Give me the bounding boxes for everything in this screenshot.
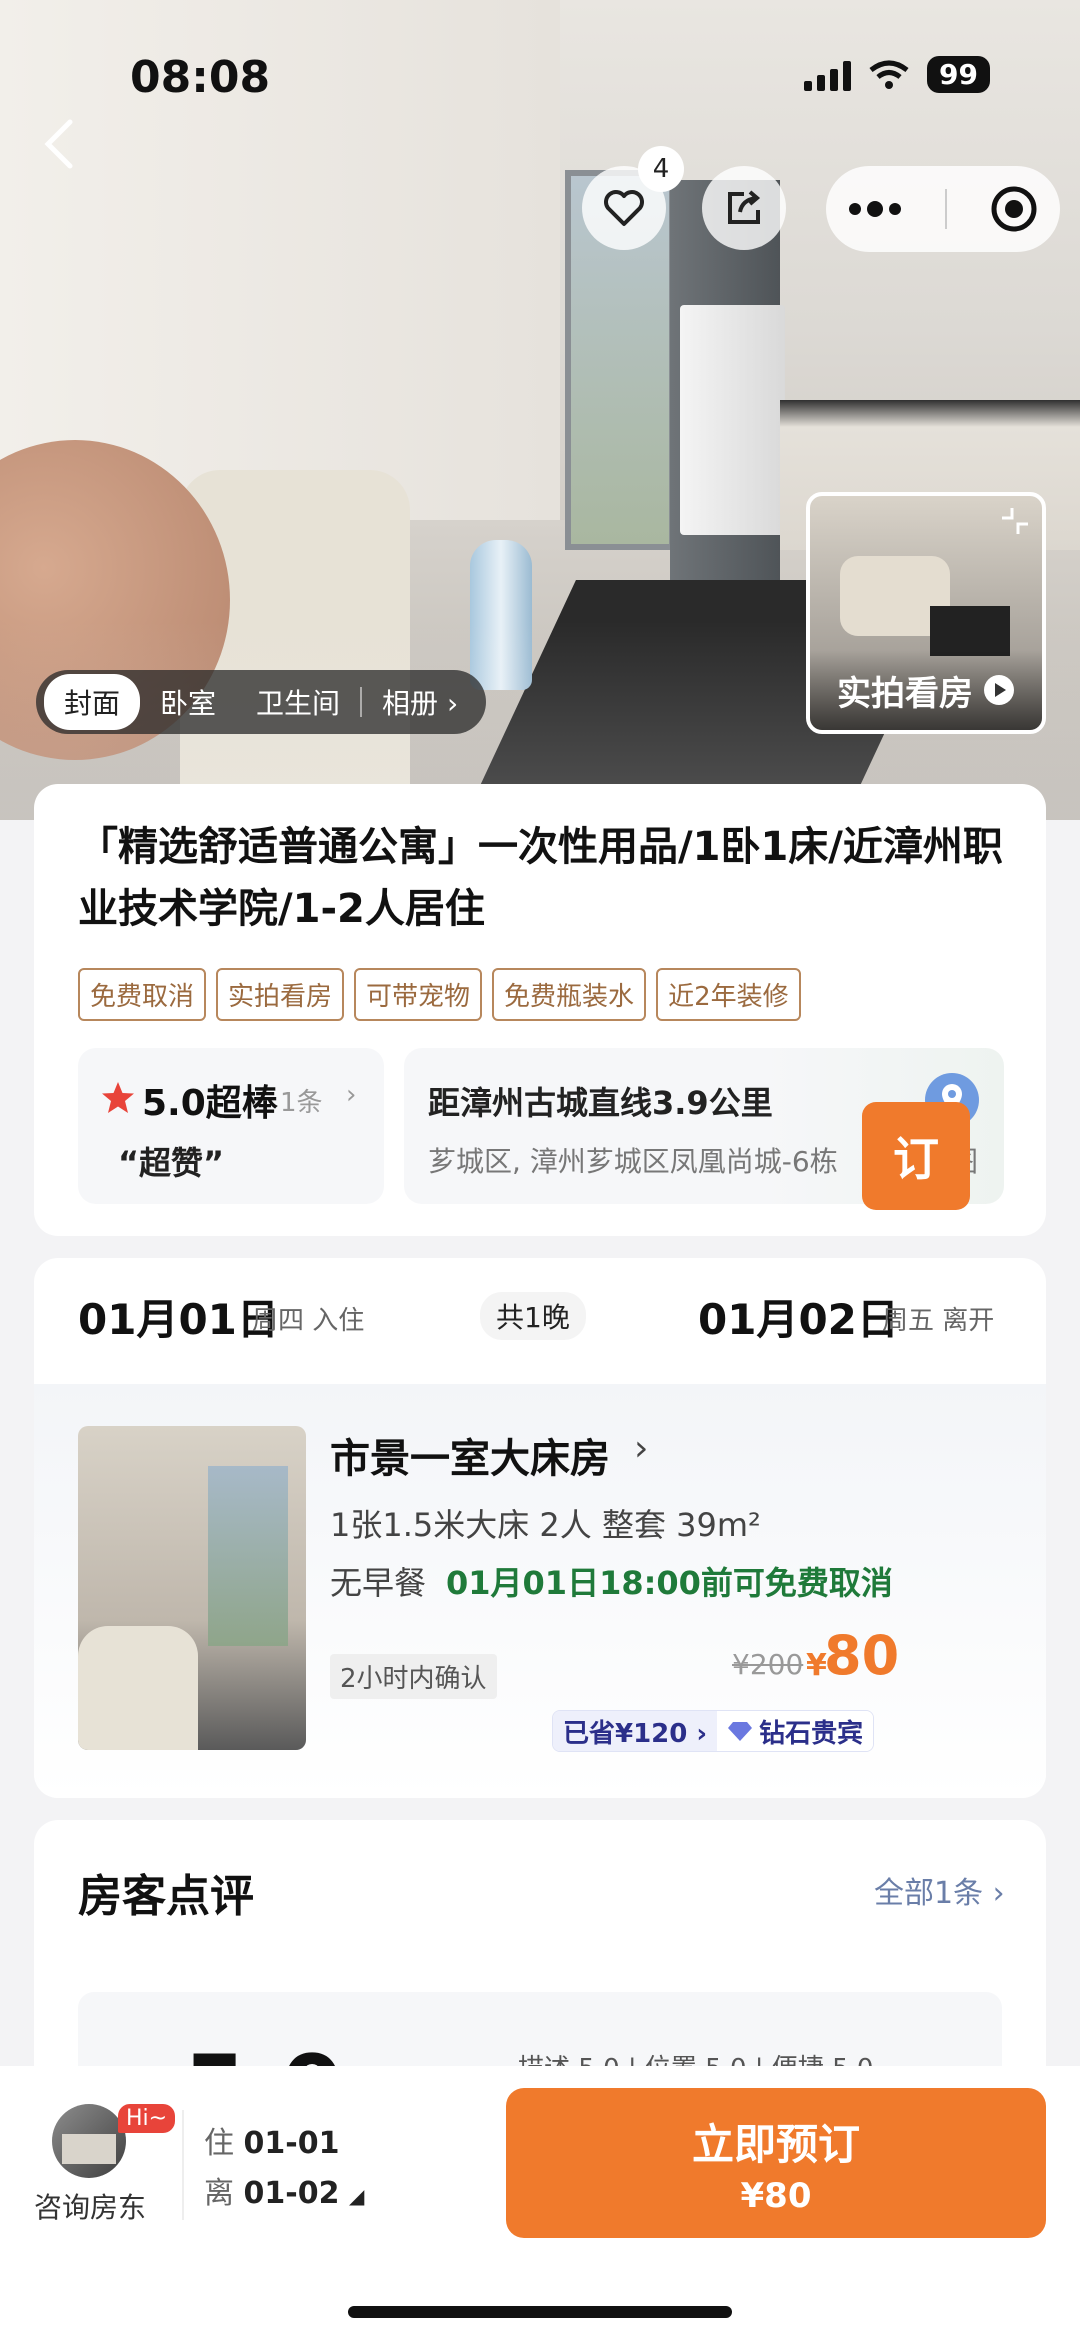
bottom-checkout: 01-02: [243, 2176, 340, 2211]
discount-badge[interactable]: 已省¥120 › 钻石贵宾: [552, 1710, 875, 1752]
diamond-icon: [728, 1722, 753, 1741]
rating-score: 5.0超棒: [142, 1083, 278, 1124]
heart-icon: [604, 190, 644, 226]
reviews-all-link[interactable]: 全部1条 ›: [874, 1868, 1005, 1912]
room-photo-sofa: [78, 1626, 198, 1750]
home-indicator[interactable]: [348, 2306, 732, 2318]
thumb-table: [930, 606, 1010, 656]
member-text: 钻石贵宾: [759, 1718, 864, 1749]
room-card: 01月01日 周四 入住 共1晚 01月02日 周五 离开 市景一室大床房 › …: [34, 1258, 1046, 1798]
checkin-prefix: 住: [204, 2126, 234, 2161]
avatar-room: [62, 2134, 116, 2164]
tab-cover[interactable]: 封面: [44, 674, 141, 730]
nights-badge: 共1晚: [480, 1292, 586, 1340]
tag-item: 可带宠物: [354, 968, 483, 1021]
saved-text: 已省¥120: [563, 1718, 688, 1749]
distance-text: 距漳州古城直线3.9公里: [428, 1084, 773, 1122]
room-price: 80: [824, 1624, 900, 1687]
play-icon: [984, 675, 1014, 705]
address-text: 芗城区, 漳州芗城区凤凰尚城-6栋: [428, 1145, 838, 1178]
listing-title: 「精选舒适普通公寓」一次性用品/1卧1床/近漳州职业技术学院/1-2人居住: [78, 824, 1003, 932]
room-book-button[interactable]: 订: [862, 1102, 970, 1210]
tab-bathroom[interactable]: 卫生间: [236, 674, 360, 730]
star-icon: [102, 1082, 134, 1113]
chevron-right-icon: ›: [446, 687, 459, 720]
photo-tabs: 封面 卧室 卫生间 相册 ›: [36, 670, 487, 734]
favorite-count: 4: [638, 146, 684, 192]
book-now-button[interactable]: 立即预订 ¥80: [506, 2088, 1046, 2238]
tag-item: 免费取消: [78, 968, 207, 1021]
checkout-prefix: 离: [204, 2176, 234, 2211]
host-avatar[interactable]: [52, 2104, 126, 2178]
book-now-price: ¥80: [740, 2175, 812, 2216]
room-name[interactable]: 市景一室大床房: [330, 1426, 610, 1484]
contact-host-label[interactable]: 咨询房东: [34, 2186, 146, 2226]
checkout-week: 周五 离开: [882, 1306, 995, 1336]
cancel-policy: 01月01日18:00前可免费取消: [446, 1564, 893, 1602]
bottom-dates[interactable]: 住 01-01 离 01-02 ◢: [204, 2118, 364, 2212]
chevron-right-icon: ›: [634, 1428, 649, 1469]
original-price: ¥200: [732, 1648, 804, 1681]
room-item[interactable]: 市景一室大床房 › 1张1.5米大床 2人 整套 39m² 无早餐 01月01日…: [34, 1384, 1046, 1798]
bottom-divider: [182, 2110, 184, 2220]
video-label-text: 实拍看房: [837, 673, 973, 714]
tag-item: 实拍看房: [216, 968, 345, 1021]
back-icon[interactable]: [40, 116, 80, 172]
hi-badge: Hi~: [118, 2104, 176, 2133]
video-tour-thumbnail[interactable]: 实拍看房: [806, 492, 1046, 734]
rating-box[interactable]: 5.0超棒 1条 › “超赞”: [78, 1048, 384, 1204]
reviews-all-text: 全部1条: [874, 1876, 984, 1911]
book-now-label: 立即预订: [691, 2119, 860, 2169]
close-target-icon[interactable]: [989, 184, 1039, 234]
member-level: 钻石贵宾: [717, 1711, 874, 1751]
confirm-badge: 2小时内确认: [330, 1654, 497, 1699]
tag-item: 免费瓶装水: [492, 968, 647, 1021]
listing-tags: 免费取消 实拍看房 可带宠物 免费瓶装水 近2年装修: [78, 968, 801, 1021]
chevron-right-icon: ›: [346, 1080, 357, 1110]
reviews-title: 房客点评: [78, 1871, 254, 1922]
breakfast-text: 无早餐: [330, 1564, 427, 1602]
signal-icon: [804, 59, 852, 91]
room-photo-window: [208, 1466, 288, 1646]
share-icon: [728, 190, 761, 224]
share-button[interactable]: [702, 166, 786, 250]
video-label: 实拍看房: [810, 650, 1042, 730]
bottom-checkin: 01-01: [243, 2126, 340, 2161]
checkout-date[interactable]: 01月02日: [698, 1286, 899, 1347]
capsule-divider: [945, 189, 947, 229]
saved-amount: 已省¥120 ›: [553, 1711, 718, 1751]
review-quote: “超赞”: [118, 1144, 225, 1182]
room-photo[interactable]: [78, 1426, 306, 1750]
room-specs: 1张1.5米大床 2人 整套 39m²: [330, 1506, 761, 1544]
checkin-week: 周四 入住: [252, 1306, 365, 1336]
collapse-icon[interactable]: [998, 504, 1032, 538]
review-count: 1条: [280, 1088, 323, 1118]
more-icon[interactable]: [847, 199, 903, 219]
status-time: 08:08: [130, 52, 271, 103]
tag-item: 近2年装修: [656, 968, 801, 1021]
miniprogram-capsule[interactable]: [826, 166, 1060, 252]
tab-bedroom[interactable]: 卧室: [140, 674, 236, 730]
tab-album-label: 相册: [382, 687, 439, 720]
dropdown-corner-icon: ◢: [349, 2184, 365, 2208]
battery-icon: 99: [927, 56, 990, 93]
wifi-icon: [869, 60, 909, 89]
checkin-date[interactable]: 01月01日: [78, 1286, 279, 1347]
photo-fridge: [680, 305, 785, 535]
tab-album[interactable]: 相册 ›: [362, 674, 478, 730]
status-icons: 99: [804, 56, 990, 93]
bottom-bar: Hi~ 咨询房东 住 01-01 离 01-02 ◢ 立即预订 ¥80: [0, 2066, 1080, 2341]
